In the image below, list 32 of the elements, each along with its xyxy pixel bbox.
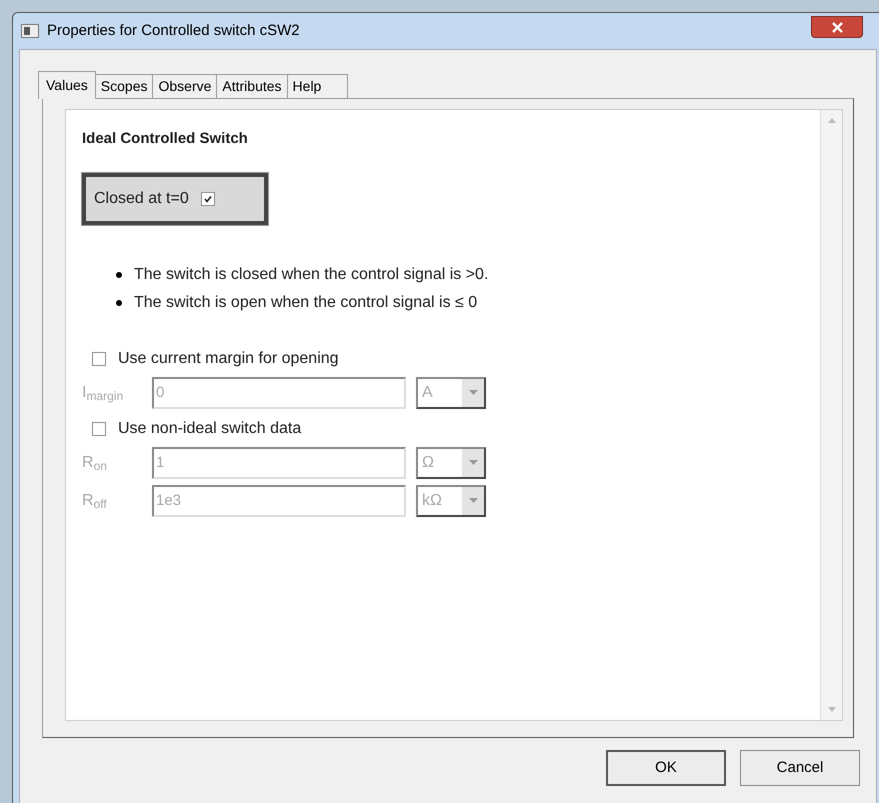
checkbox[interactable]: [200, 192, 215, 206]
note-text: The switch is closed when the control signal is >0.: [134, 264, 488, 284]
note-text: The switch is open when the control signal is ≤ 0: [134, 292, 478, 312]
tab[interactable]: Values: [38, 71, 96, 99]
field-label: R$_{on}$: [82, 452, 108, 474]
scroll-down-icon[interactable]: [828, 707, 836, 712]
tab[interactable]: Scopes: [96, 74, 154, 98]
bullet-icon: [116, 300, 122, 306]
tab[interactable]: Help: [288, 74, 348, 98]
scrollbar[interactable]: [820, 110, 842, 720]
bullet-icon: [116, 272, 122, 278]
caret-icon: [468, 460, 478, 465]
field-label: I$_{margin}$: [82, 382, 124, 404]
window-icon: [21, 24, 39, 38]
checkbox[interactable]: [92, 352, 106, 366]
checkmark-icon: [202, 194, 213, 204]
caret-icon: [468, 498, 478, 503]
checkbox-label: Closed at t=0: [94, 188, 189, 208]
window-title: Properties for Controlled switch cSW2: [47, 20, 300, 41]
scroll-up-icon[interactable]: [828, 118, 836, 123]
checkbox-label: Use non-ideal switch data: [118, 418, 302, 438]
section-heading: Ideal Controlled Switch: [82, 129, 249, 149]
checkbox-label: Use current margin for opening: [118, 348, 339, 368]
dialog-button[interactable]: OK: [606, 750, 726, 786]
caret-icon: [468, 390, 478, 395]
close-button[interactable]: [811, 16, 863, 38]
field-label: R$_{off}$: [82, 490, 108, 512]
dialog-button[interactable]: Cancel: [740, 750, 860, 786]
tab[interactable]: Observe: [153, 74, 218, 98]
checkbox[interactable]: [92, 422, 106, 436]
tab[interactable]: Attributes: [217, 74, 288, 98]
close-icon: [832, 22, 842, 32]
